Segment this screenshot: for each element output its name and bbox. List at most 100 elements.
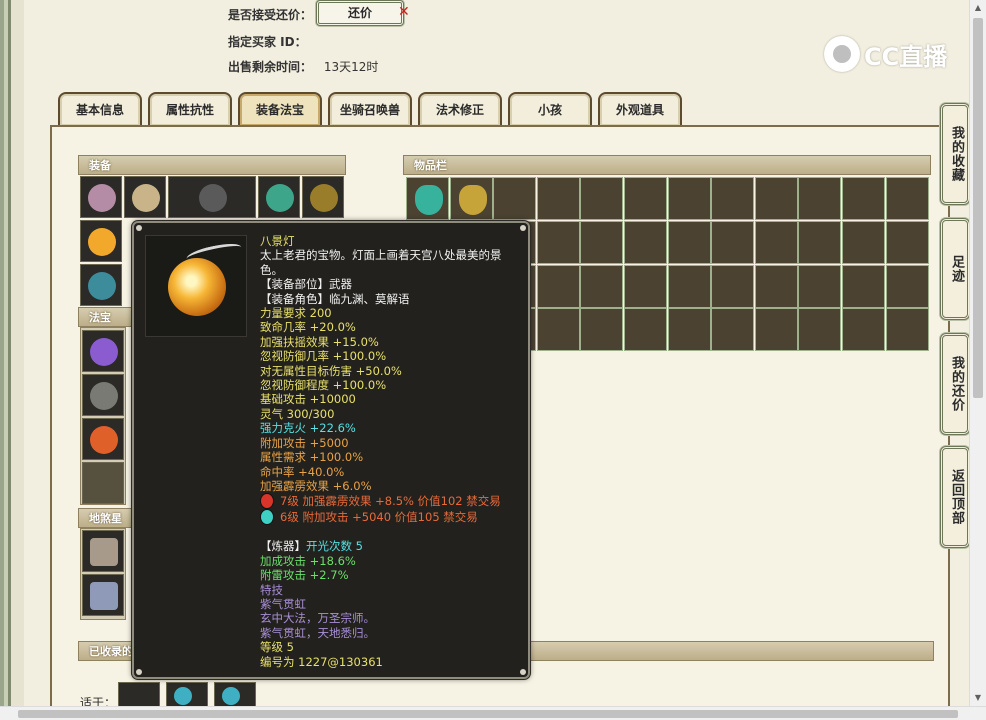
inventory-cell[interactable] [798,177,842,220]
equip-slot-5[interactable] [302,176,344,218]
equip-slot-7[interactable] [80,264,122,306]
equip-slot-4[interactable] [258,176,300,218]
helmet-icon [132,184,160,212]
inventory-cell[interactable] [885,177,929,220]
equip-slot-1[interactable] [80,176,122,218]
skill-line: 玄中大法，万圣宗师。 [260,611,375,626]
gem-text: 6级 附加攻击 +5040 价值105 禁交易 [280,510,478,525]
inventory-cell[interactable] [667,264,711,308]
inventory-cell[interactable] [711,308,755,352]
tooltip-corner [520,669,526,675]
cyan-gem-icon [260,509,274,526]
mask-icon [266,184,294,212]
collected-slot-3[interactable] [214,682,256,708]
inventory-cell[interactable] [536,220,580,264]
inventory-cell[interactable] [711,264,755,308]
inventory-cell[interactable] [624,308,667,352]
collected-slot-1[interactable] [118,682,160,708]
inventory-cell[interactable] [885,220,929,264]
equip-slot-2[interactable] [124,176,166,218]
refine-line: 【炼器】开光次数 5 [260,539,520,553]
inventory-cell[interactable] [624,264,667,308]
star-slot-1[interactable] [82,530,124,572]
horizontal-scrollbar[interactable] [0,706,986,720]
item-tooltip: 八景灯 太上老君的宝物。灯面上画着天宫八处最美的景色。 【装备部位】武器 【装备… [132,221,530,679]
close-icon[interactable]: ✕ [398,4,410,20]
equip-slot-3[interactable] [168,176,256,218]
inventory-cell[interactable] [406,177,449,220]
back-to-top-button[interactable]: 返回顶部 [940,446,970,548]
tab-equipment[interactable]: 装备法宝 [238,92,322,126]
gem-text: 7级 加强霹雳效果 +8.5% 价值102 禁交易 [280,494,501,509]
tab-appearance[interactable]: 外观道具 [598,92,682,126]
item-description: 太上老君的宝物。灯面上画着天宫八处最美的景色。 [260,248,502,277]
star-slot-2[interactable] [82,574,124,616]
scroll-thumb[interactable] [973,18,983,398]
tooltip-corner [136,225,142,231]
item-name: 八景灯 [260,234,295,248]
tab-children[interactable]: 小孩 [508,92,592,126]
inventory-cell[interactable] [798,264,842,308]
stat-line: 加强扶摇效果 +15.0% [260,334,379,349]
inventory-cell[interactable] [842,264,885,308]
inventory-cell[interactable] [536,264,580,308]
inventory-cell[interactable] [667,308,711,352]
tab-basic-info[interactable]: 基本信息 [58,92,142,126]
inventory-cell[interactable] [449,177,493,220]
treasure-slot-4[interactable] [82,462,124,504]
inventory-cell[interactable] [798,220,842,264]
tab-attributes[interactable]: 属性抗性 [148,92,232,126]
inventory-cell[interactable] [842,308,885,352]
inventory-cell[interactable] [580,220,624,264]
horizontal-scroll-thumb[interactable] [18,710,958,718]
inventory-cell[interactable] [580,308,624,352]
treasure-slot-2[interactable] [82,374,124,416]
stat-line: 附加攻击 +5000 [260,435,349,450]
stat-line: 属性需求 +100.0% [260,450,364,465]
inventory-cell[interactable] [885,264,929,308]
inventory-cell[interactable] [885,308,929,352]
stat-line: 加强霹雳效果 +6.0% [260,478,372,493]
inventory-header: 物品栏 [403,155,931,175]
red-gem-icon [260,493,274,510]
inventory-cell[interactable] [667,177,711,220]
lantern-item-image [145,235,247,337]
accept-counter-label: 是否接受还价： [228,8,313,22]
my-favorites-button[interactable]: 我的收藏 [940,103,970,205]
footprint-button[interactable]: 足迹 [940,218,970,320]
inventory-cell[interactable] [711,220,755,264]
inventory-cell[interactable] [842,177,885,220]
tab-spell-mods[interactable]: 法术修正 [418,92,502,126]
scroll-up-arrow-icon[interactable]: ▲ [970,0,986,16]
tooltip-corner [520,225,526,231]
my-counter-offers-button[interactable]: 我的还价 [940,333,970,435]
skill-title: 特技 [260,582,283,597]
inventory-cell[interactable] [536,308,580,352]
inventory-cell[interactable] [842,220,885,264]
inventory-cell[interactable] [580,177,624,220]
robe-icon [458,185,487,215]
refine-stat: 附雷攻击 +2.7% [260,568,349,583]
inventory-cell[interactable] [798,308,842,352]
equip-slot-lantern[interactable] [80,220,122,262]
inventory-cell[interactable] [493,177,537,220]
inventory-cell[interactable] [711,177,755,220]
buyer-label: 指定买家 ID： [228,35,307,49]
tab-mounts-pets[interactable]: 坐骑召唤兽 [328,92,412,126]
collected-slot-2[interactable] [166,682,208,708]
inventory-cell[interactable] [624,220,667,264]
vertical-scrollbar[interactable]: ▲ ▼ [969,0,986,706]
inventory-cell[interactable] [624,177,667,220]
inventory-cell[interactable] [754,177,798,220]
treasure-slot-1[interactable] [82,330,124,372]
pendant-icon [88,272,116,300]
inventory-cell[interactable] [754,264,798,308]
counter-offer-button[interactable]: 还价 [316,0,404,26]
inventory-cell[interactable] [536,177,580,220]
scroll-down-arrow-icon[interactable]: ▼ [970,690,986,706]
inventory-cell[interactable] [667,220,711,264]
treasure-slot-3[interactable] [82,418,124,460]
inventory-cell[interactable] [580,264,624,308]
inventory-cell[interactable] [754,308,798,352]
inventory-cell[interactable] [754,220,798,264]
